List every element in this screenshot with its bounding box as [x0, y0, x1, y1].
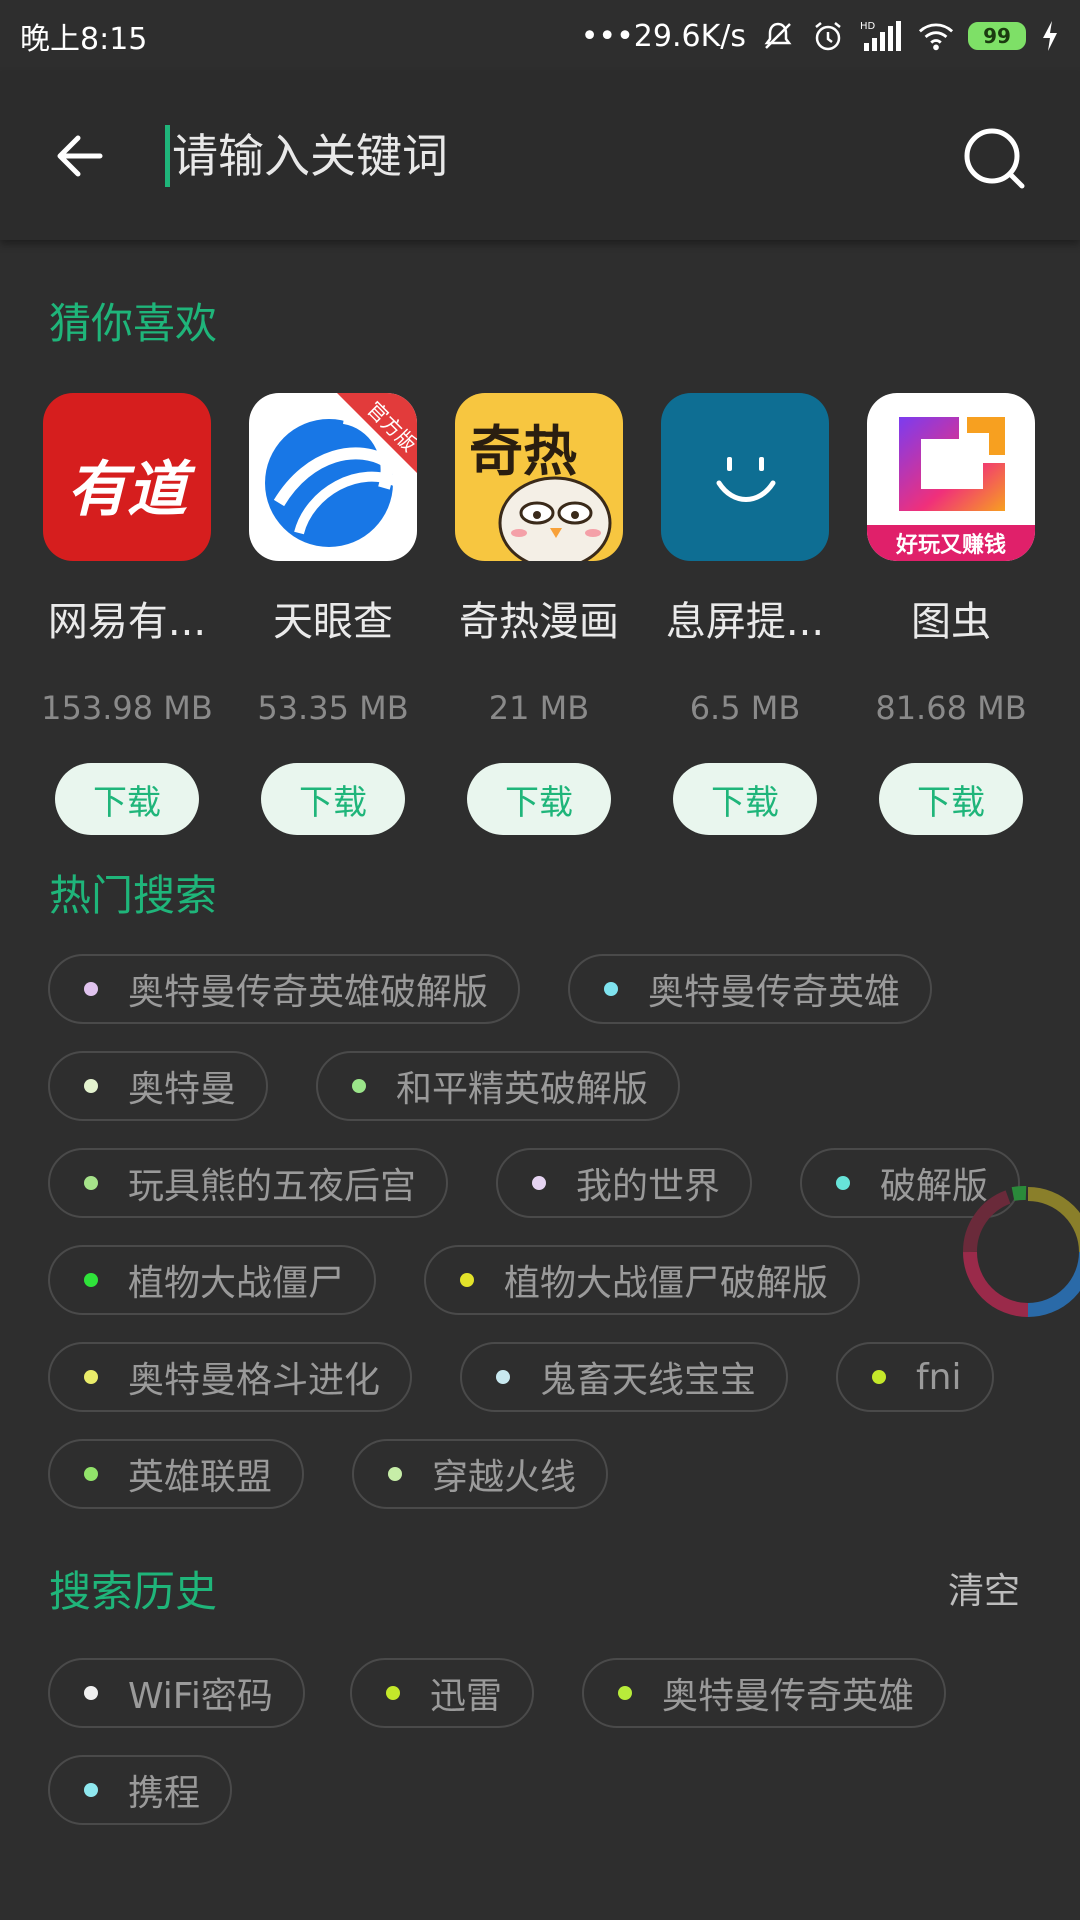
loading-ring-icon: [962, 1185, 1080, 1317]
battery-indicator: 99: [968, 22, 1026, 50]
history-title: 搜索历史: [49, 1567, 218, 1616]
hot-search-title: 热门搜索: [49, 871, 218, 920]
app-card[interactable]: 有道 网易有... 153.98 MB 下载: [24, 393, 230, 835]
tag-dot: [496, 1370, 510, 1384]
back-arrow-icon: [57, 135, 103, 177]
history-tag[interactable]: 奥特曼传奇英雄: [582, 1658, 947, 1728]
tag-dot: [604, 982, 618, 996]
tag-dot: [386, 1686, 400, 1700]
tag-dot: [84, 982, 98, 996]
app-size: 53.35 MB: [257, 689, 409, 727]
hot-search-tag[interactable]: 英雄联盟: [48, 1439, 305, 1509]
text-cursor: [165, 125, 170, 187]
tag-dot: [388, 1467, 402, 1481]
hot-search-tag[interactable]: 奥特曼: [48, 1051, 269, 1121]
tag-dot: [618, 1686, 632, 1700]
qire-manhua-icon: 奇热: [455, 393, 623, 561]
app-name: 图虫: [911, 599, 991, 645]
status-time: 晚上8:15: [20, 22, 148, 57]
tuchong-icon: 好玩又赚钱: [867, 393, 1035, 561]
tag-dot: [84, 1467, 98, 1481]
status-bar: 晚上8:15 •••29.6K/s HD 99: [0, 0, 1080, 72]
tag-dot: [84, 1176, 98, 1190]
hot-search-tag[interactable]: 和平精英破解版: [316, 1051, 681, 1121]
alarm-icon: [810, 18, 846, 54]
app-card[interactable]: 官方版 天眼查 53.35 MB 下载: [230, 393, 436, 835]
tag-dot: [460, 1273, 474, 1287]
tag-dot: [84, 1273, 98, 1287]
back-button[interactable]: [50, 124, 114, 188]
tag-dot: [872, 1370, 886, 1384]
tag-dot: [84, 1370, 98, 1384]
search-button[interactable]: [960, 124, 1030, 194]
download-button[interactable]: 下载: [467, 763, 611, 835]
app-size: 153.98 MB: [41, 689, 213, 727]
app-card[interactable]: 息屏提... 6.5 MB 下载: [642, 393, 848, 835]
search-field[interactable]: [165, 120, 905, 192]
download-button[interactable]: 下载: [879, 763, 1023, 835]
hot-search-tag[interactable]: 穿越火线: [352, 1439, 609, 1509]
app-name: 奇热漫画: [459, 599, 619, 645]
mute-bell-icon: [760, 18, 796, 54]
app-name: 天眼查: [273, 599, 393, 645]
hot-search-tag[interactable]: 奥特曼传奇英雄破解版: [48, 954, 521, 1024]
tianyancha-icon: 官方版: [249, 393, 417, 561]
tag-dot: [352, 1079, 366, 1093]
youdao-icon: 有道: [43, 393, 211, 561]
svg-text:HD: HD: [860, 21, 876, 32]
hot-search-tag[interactable]: 玩具熊的五夜后宫: [48, 1148, 449, 1218]
hot-search-tag[interactable]: fni: [836, 1342, 994, 1412]
app-card[interactable]: 好玩又赚钱 图虫 81.68 MB 下载: [848, 393, 1054, 835]
hot-search-tag[interactable]: 我的世界: [496, 1148, 753, 1218]
owl-mascot-icon: [498, 476, 612, 561]
recommend-title: 猜你喜欢: [49, 299, 218, 348]
history-tag[interactable]: WiFi密码: [48, 1658, 305, 1728]
history-tag[interactable]: 迅雷: [350, 1658, 535, 1728]
charging-icon: [1040, 18, 1060, 54]
app-card[interactable]: 奇热 奇热漫画 21 MB 下载: [436, 393, 642, 835]
hot-search-tag[interactable]: 植物大战僵尸破解版: [424, 1245, 861, 1315]
hot-search-tag[interactable]: 鬼畜天线宝宝: [460, 1342, 789, 1412]
tag-dot: [84, 1783, 98, 1797]
search-input[interactable]: [172, 129, 872, 183]
app-size: 6.5 MB: [689, 689, 801, 727]
hot-search-tag[interactable]: 奥特曼传奇英雄: [568, 954, 933, 1024]
clear-history-button[interactable]: 清空: [948, 1562, 1020, 1614]
hot-search-tag[interactable]: 植物大战僵尸: [48, 1245, 377, 1315]
app-size: 81.68 MB: [875, 689, 1027, 727]
tag-dot: [836, 1176, 850, 1190]
search-header: [0, 72, 1080, 240]
app-name: 息屏提...: [665, 599, 825, 645]
smiley-icon: [661, 393, 829, 561]
tag-dot: [84, 1079, 98, 1093]
app-name: 网易有...: [47, 599, 207, 645]
history-tag[interactable]: 携程: [48, 1755, 233, 1825]
wifi-icon: [918, 18, 954, 54]
tag-dot: [532, 1176, 546, 1190]
search-icon: [964, 128, 1025, 189]
download-button[interactable]: 下载: [55, 763, 199, 835]
hot-search-tag[interactable]: 奥特曼格斗进化: [48, 1342, 413, 1412]
tag-dot: [84, 1686, 98, 1700]
signal-icon: HD: [860, 18, 904, 54]
download-button[interactable]: 下载: [673, 763, 817, 835]
app-size: 21 MB: [488, 689, 590, 727]
download-button[interactable]: 下载: [261, 763, 405, 835]
network-speed: •••29.6K/s: [580, 18, 746, 54]
